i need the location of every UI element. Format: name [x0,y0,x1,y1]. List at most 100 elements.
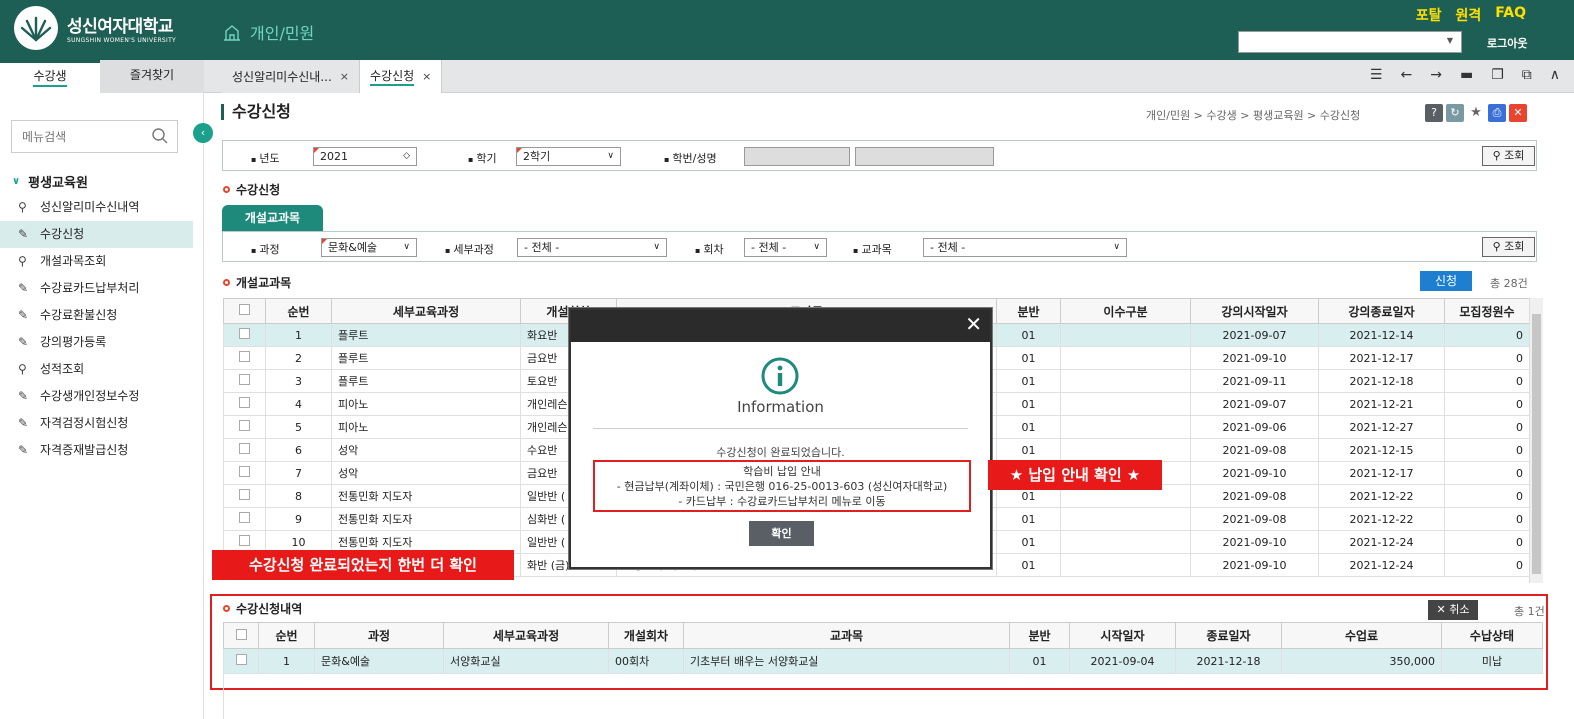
row-checkbox[interactable] [223,323,266,347]
checkbox[interactable] [239,328,250,339]
row-checkbox[interactable] [223,369,266,393]
row-checkbox[interactable] [223,346,266,370]
table-scrollbar[interactable] [1529,298,1543,583]
sidebar-item-refund[interactable]: ✎ 수강료환불신청 [0,302,193,329]
chevron-up-icon[interactable]: ∧ [1550,67,1560,83]
header-select[interactable]: ▼ [1238,31,1462,53]
checkbox[interactable] [239,351,250,362]
close-icon[interactable]: ✕ [1509,104,1527,122]
logout-button[interactable]: 로그아웃 [1487,35,1527,51]
column-header[interactable]: 종료일자 [1175,622,1282,649]
row-checkbox[interactable] [223,507,266,531]
session-select[interactable]: - 전체 - ∨ [744,238,827,257]
checkbox[interactable] [239,489,250,500]
search-icon[interactable] [151,127,169,148]
menu-group-lifelong-education[interactable]: ∨ 평생교육원 [12,172,88,191]
select-all-checkbox[interactable] [223,298,266,324]
column-header[interactable]: 순번 [265,298,332,324]
column-header[interactable]: 교과목 [683,622,1010,649]
university-logo[interactable]: 성신여자대학교 SUNGSHIN WOMEN'S UNIVERSITY [14,6,176,50]
detail-course-select[interactable]: - 전체 - ∨ [517,238,667,257]
subject-select[interactable]: - 전체 - ∨ [923,238,1127,257]
column-header[interactable]: 세부교육과정 [443,622,609,649]
tab-open-courses[interactable]: 개설교과목 [222,205,323,231]
ok-button[interactable]: 확인 [749,521,814,546]
column-header[interactable]: 강의시작일자 [1190,298,1319,324]
checkbox[interactable] [239,443,250,454]
scrollbar-thumb[interactable] [1532,314,1541,574]
menu-search-input[interactable] [12,121,142,152]
row-checkbox[interactable] [223,438,266,462]
refresh-icon[interactable]: ↻ [1446,104,1464,122]
sidebar-item-course-search[interactable]: ⚲ 개설과목조회 [0,248,193,275]
sidebar-item-card-payment[interactable]: ✎ 수강료카드납부처리 [0,275,193,302]
checkbox[interactable] [239,535,250,546]
checkbox[interactable] [239,397,250,408]
checkbox[interactable] [235,654,247,665]
table-row[interactable]: 1 문화&예술 서양화교실 00회차 기초부터 배우는 서양화교실 01 202… [223,648,1543,674]
arrow-right-icon[interactable]: → [1430,67,1442,83]
sidebar-item-reissue[interactable]: ✎ 자격증재발급신청 [0,437,193,464]
column-header[interactable]: 순번 [258,622,315,649]
column-header[interactable]: 개설회차 [608,622,684,649]
window-icon[interactable]: ▬ [1460,67,1473,83]
search-button[interactable]: ⚲ 조회 [1482,146,1535,166]
row-checkbox[interactable] [223,648,259,674]
cancel-button[interactable]: ✕ 취소 [1428,600,1478,620]
window-tab-enroll[interactable]: 수강신청 × [359,60,443,93]
arrow-left-icon[interactable]: ← [1400,67,1412,83]
sidebar-item-enroll[interactable]: ✎ 수강신청 [0,221,193,248]
cell-start-date: 2021-09-10 [1190,530,1319,554]
tab-students[interactable]: 수강생 [0,60,100,93]
star-icon[interactable]: ★ [1467,104,1485,122]
column-header[interactable]: 과정 [314,622,444,649]
menu-icon[interactable]: ☰ [1370,67,1383,83]
checkbox[interactable] [235,628,247,640]
column-header[interactable]: 모집정원수 [1444,298,1530,324]
row-checkbox[interactable] [223,392,266,416]
sidebar-item-evaluation[interactable]: ✎ 강의평가등록 [0,329,193,356]
student-name-field[interactable] [855,147,994,166]
tile-icon[interactable]: ❐ [1491,67,1504,83]
apply-button[interactable]: 신청 [1420,271,1472,291]
student-id-field[interactable] [744,147,850,166]
year-select[interactable]: 2021 ◇ [313,147,417,166]
column-header[interactable]: 분반 [996,298,1061,324]
sidebar-item-notifications[interactable]: ⚲ 성신알리미수신내역 [0,194,193,221]
sidebar-item-profile[interactable]: ✎ 수강생개인정보수정 [0,383,193,410]
close-icon[interactable]: × [340,62,349,92]
tab-favorites[interactable]: 즐겨찾기 [100,60,204,93]
checkbox[interactable] [239,466,250,477]
row-checkbox[interactable] [223,461,266,485]
checkbox[interactable] [239,420,250,431]
row-checkbox[interactable] [223,484,266,508]
remote-link[interactable]: 원격 [1456,5,1482,25]
semester-label: 학기 [468,150,496,166]
close-icon[interactable]: ✕ [965,312,982,336]
course-select[interactable]: 문화&예술 ∨ [321,238,417,257]
column-header[interactable]: 수업료 [1281,622,1442,649]
sidebar-collapse-button[interactable]: ‹ [193,123,213,143]
close-icon[interactable]: × [422,62,431,92]
popup-icon[interactable]: ⧉ [1522,67,1532,83]
column-header[interactable]: 이수구분 [1060,298,1191,324]
search-button[interactable]: ⚲ 조회 [1482,237,1535,257]
column-header[interactable]: 강의종료일자 [1318,298,1445,324]
column-header[interactable]: 시작일자 [1069,622,1176,649]
select-all-checkbox[interactable] [223,622,259,649]
print-icon[interactable]: ⎙ [1488,104,1506,122]
checkbox[interactable] [239,512,250,523]
help-icon[interactable]: ? [1425,104,1443,122]
window-tab-notification[interactable]: 성신알리미수신내... × [222,60,360,93]
checkbox[interactable] [239,304,250,315]
row-checkbox[interactable] [223,415,266,439]
column-header[interactable]: 수납상태 [1441,622,1543,649]
sidebar-item-grades[interactable]: ⚲ 성적조회 [0,356,193,383]
portal-link[interactable]: 포탈 [1416,5,1442,25]
column-header[interactable]: 세부교육과정 [331,298,521,324]
column-header[interactable]: 분반 [1009,622,1070,649]
faq-link[interactable]: FAQ [1495,5,1526,25]
sidebar-item-exam[interactable]: ✎ 자격검정시험신청 [0,410,193,437]
checkbox[interactable] [239,374,250,385]
semester-select[interactable]: 2학기 ∨ [516,147,621,166]
